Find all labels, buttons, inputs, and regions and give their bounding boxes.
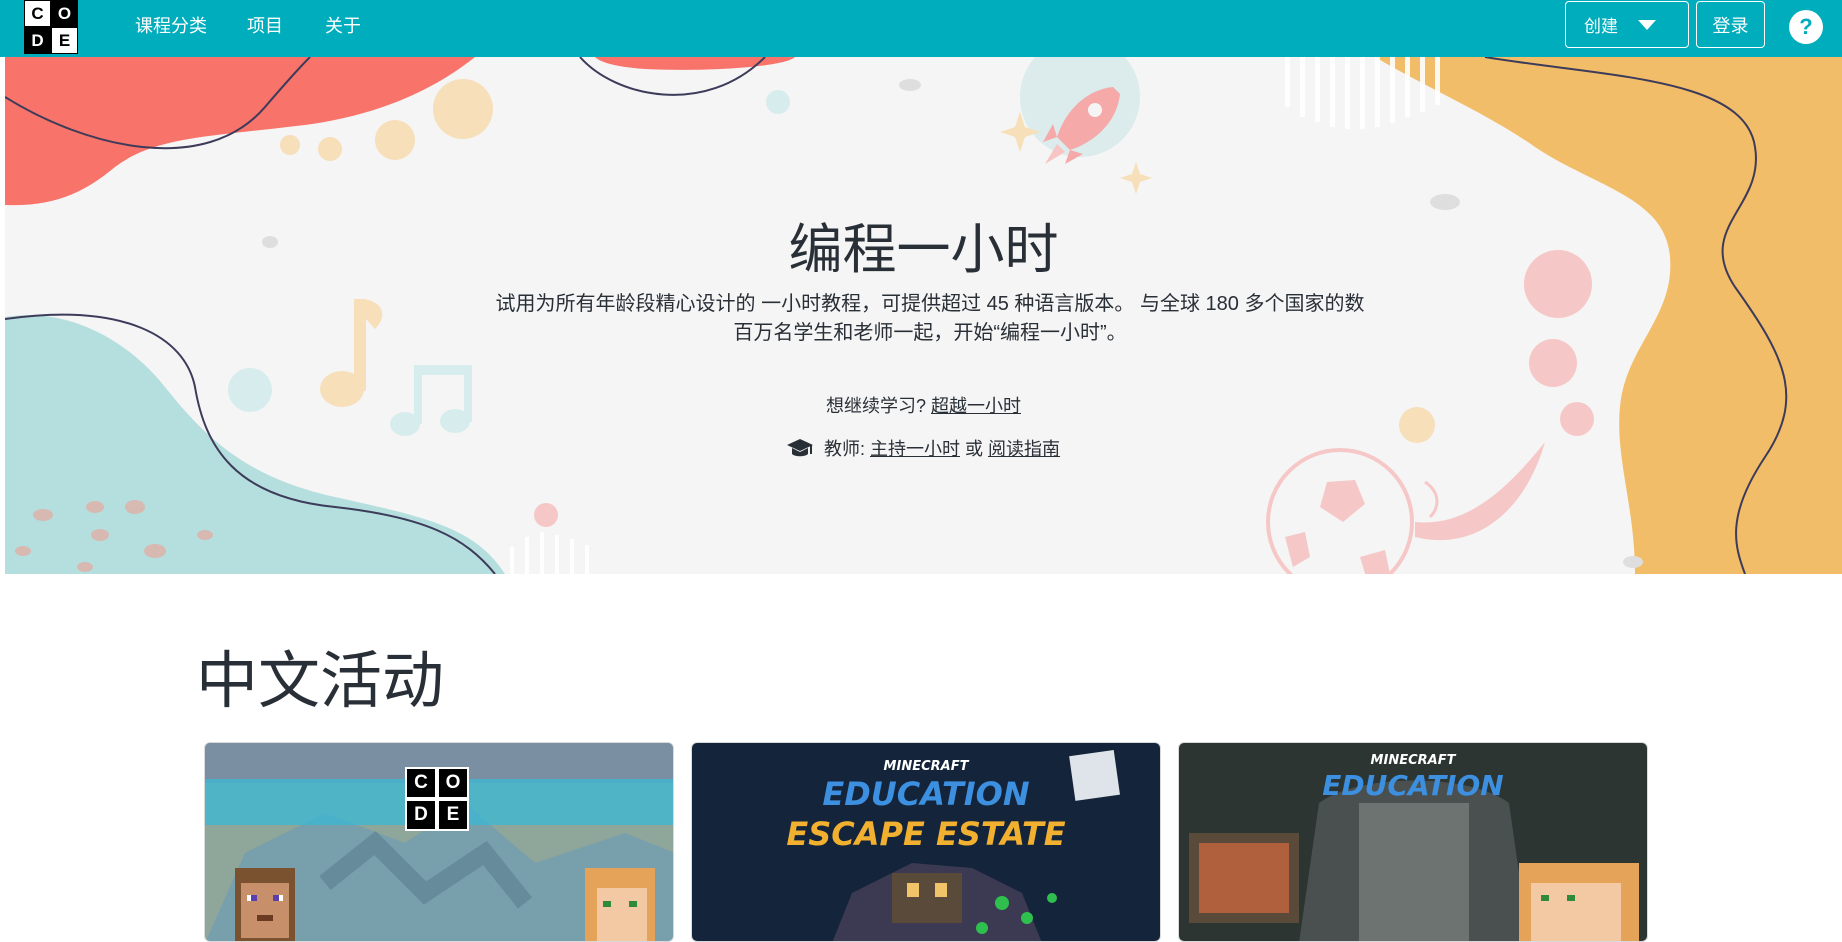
nav-link-course-catalog[interactable]: 课程分类: [135, 12, 207, 38]
logo-letter: E: [437, 799, 469, 831]
code-org-logo[interactable]: C O D E: [24, 0, 78, 54]
minecraft-code-card[interactable]: C O D E: [204, 742, 674, 942]
read-guide-link[interactable]: 阅读指南: [988, 439, 1060, 459]
section-title: 中文活动: [196, 644, 445, 717]
minecraft-education-card[interactable]: MINECRAFT EDUCATION: [1178, 742, 1648, 942]
hero-banner: 编程一小时 试用为所有年龄段精心设计的 一小时教程，可提供超过 45 种语言版本…: [5, 57, 1842, 574]
logo-letter: O: [51, 0, 78, 27]
beyond-hour-link[interactable]: 超越一小时: [931, 396, 1021, 416]
top-navbar: C O D E 课程分类 项目 关于 创建 登录 ?: [0, 0, 1842, 57]
continue-prefix: 想继续学习?: [825, 396, 926, 416]
code-org-logo: C O D E: [405, 767, 469, 831]
graduation-cap-icon: [786, 439, 813, 457]
logo-letter: C: [405, 767, 437, 799]
card-line2: ESCAPE ESTATE: [786, 815, 1066, 853]
logo-letter: D: [24, 27, 51, 54]
create-label: 创建: [1584, 17, 1618, 36]
logo-letter: O: [437, 767, 469, 799]
help-icon[interactable]: ?: [1789, 10, 1823, 44]
soccer-ball-icon: [1266, 442, 1545, 574]
card-line1: EDUCATION: [822, 775, 1030, 813]
card-brand: MINECRAFT: [883, 759, 969, 774]
card-brand: MINECRAFT: [1370, 753, 1456, 768]
logo-letter: E: [51, 27, 78, 54]
or-text: 或: [965, 439, 984, 459]
teacher-prefix: 教师:: [823, 439, 865, 459]
teacher-row: 教师: 主持一小时 或 阅读指南: [5, 435, 1842, 461]
host-hour-link[interactable]: 主持一小时: [870, 439, 960, 459]
create-dropdown-button[interactable]: 创建: [1565, 1, 1689, 48]
nav-link-projects[interactable]: 项目: [247, 12, 283, 38]
rocket-icon: [1043, 87, 1120, 164]
login-button[interactable]: 登录: [1696, 1, 1765, 48]
continue-learning-row: 想继续学习? 超越一小时: [5, 392, 1842, 418]
music-note-icon: [320, 299, 472, 436]
hero-title: 编程一小时: [788, 218, 1059, 281]
logo-letter: C: [24, 0, 51, 27]
escape-estate-card[interactable]: MINECRAFT EDUCATION ESCAPE ESTATE: [691, 742, 1161, 942]
nav-link-about[interactable]: 关于: [325, 12, 361, 38]
card-line1: EDUCATION: [1322, 769, 1504, 802]
chevron-down-icon: [1638, 19, 1656, 30]
hero-subtitle: 试用为所有年龄段精心设计的 一小时教程，可提供超过 45 种语言版本。 与全球 …: [495, 293, 1365, 344]
logo-letter: D: [405, 799, 437, 831]
